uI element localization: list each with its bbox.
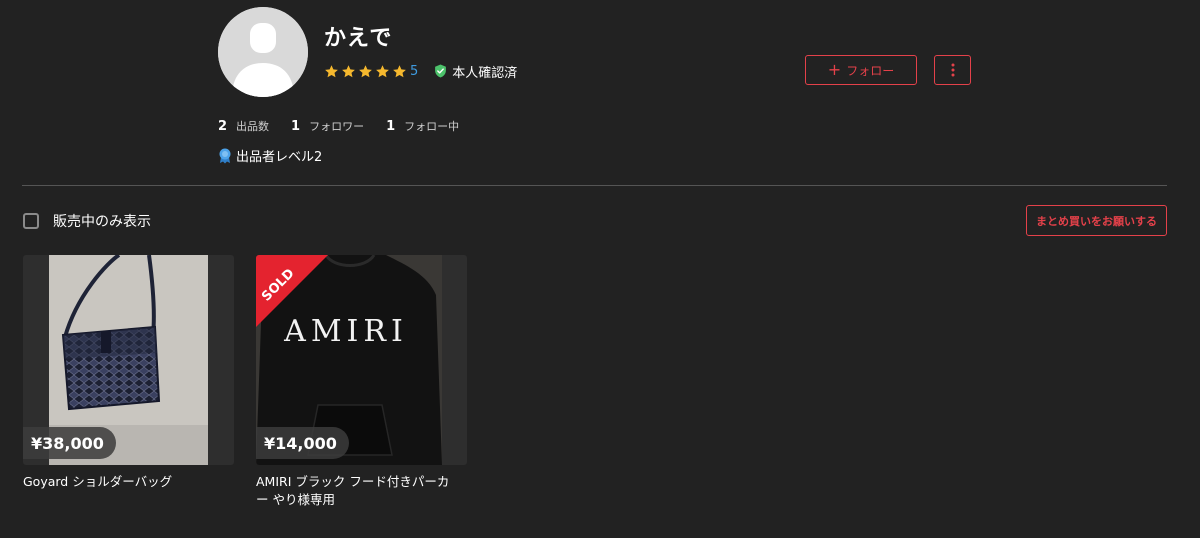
star-icon xyxy=(325,64,338,77)
item-card[interactable]: ¥38,000 Goyard ショルダーバッグ xyxy=(23,255,234,491)
profile-stats: 2 出品数 1 フォロワー 1 フォロー中 xyxy=(218,118,481,134)
medal-icon xyxy=(219,148,231,163)
item-price: ¥38,000 xyxy=(23,427,116,459)
on-sale-only-label: 販売中のみ表示 xyxy=(53,214,151,230)
stat-followers[interactable]: 1 フォロワー xyxy=(291,118,364,134)
plus-icon: + xyxy=(827,60,842,79)
item-price: ¥14,000 xyxy=(256,427,349,459)
rating-count[interactable]: 5 xyxy=(410,64,418,79)
profile-page: かえで 5 本人確認済 + フォロー 2 出品数 1 フォロワー 1 フォロー中… xyxy=(0,0,1200,538)
rating-stars xyxy=(324,64,407,79)
stat-label: フォロー中 xyxy=(404,120,460,133)
item-card[interactable]: AMIRI SOLD ¥14,000 AMIRI ブラック フード付きパーカー … xyxy=(256,255,467,509)
verified-badge: 本人確認済 xyxy=(434,62,517,81)
stat-label: 出品数 xyxy=(236,120,270,133)
avatar-placeholder-icon xyxy=(218,7,308,97)
seller-level-label: 出品者レベル2 xyxy=(236,150,323,165)
vertical-ellipsis-icon xyxy=(951,63,954,77)
stat-number: 1 xyxy=(386,119,396,134)
follow-button[interactable]: + フォロー xyxy=(805,55,917,85)
stat-label: フォロワー xyxy=(309,120,365,133)
follow-label: フォロー xyxy=(846,63,895,78)
stat-number: 2 xyxy=(218,119,228,134)
on-sale-only-filter[interactable]: 販売中のみ表示 xyxy=(23,211,151,231)
more-options-button[interactable] xyxy=(934,55,971,85)
rating[interactable]: 5 本人確認済 xyxy=(324,62,517,81)
stat-following[interactable]: 1 フォロー中 xyxy=(386,118,459,134)
star-icon xyxy=(359,64,372,77)
verified-label: 本人確認済 xyxy=(452,65,518,81)
star-icon xyxy=(393,64,406,77)
sold-ribbon: SOLD xyxy=(256,255,328,327)
avatar[interactable] xyxy=(218,7,308,97)
divider xyxy=(22,185,1167,186)
item-thumbnail[interactable]: ¥38,000 xyxy=(23,255,234,465)
username: かえで xyxy=(324,26,393,51)
stat-number: 1 xyxy=(291,119,301,134)
item-thumbnail[interactable]: AMIRI SOLD ¥14,000 xyxy=(256,255,467,465)
seller-level: 出品者レベル2 xyxy=(218,146,322,165)
item-title[interactable]: Goyard ショルダーバッグ xyxy=(23,473,228,491)
item-title[interactable]: AMIRI ブラック フード付きパーカー やり様専用 xyxy=(256,473,461,509)
stat-listings[interactable]: 2 出品数 xyxy=(218,118,269,134)
shield-check-icon xyxy=(435,64,447,78)
on-sale-only-checkbox[interactable] xyxy=(23,213,39,229)
bundle-request-button[interactable]: まとめ買いをお願いする xyxy=(1026,205,1167,236)
star-icon xyxy=(342,64,355,77)
star-icon xyxy=(376,64,389,77)
